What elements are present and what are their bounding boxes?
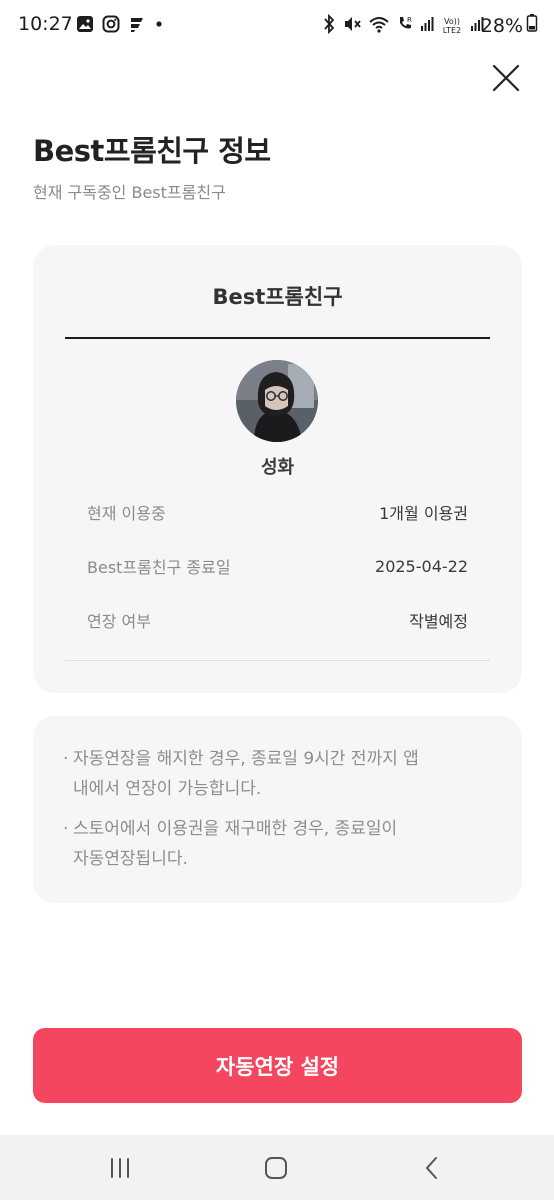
info-row-current-plan: 현재 이용중 1개월 이용권 (87, 500, 468, 524)
card-title-underline (65, 337, 490, 339)
notice-bullet: · (63, 819, 69, 839)
status-left-icons (76, 15, 164, 37)
notice-text-line: 내에서 연장이 가능합니다. (73, 779, 262, 799)
page-subtitle: 현재 구독중인 Best프롬친구 (33, 183, 226, 202)
gallery-icon (76, 15, 94, 37)
notice-text-line: 스토어에서 이용권을 재구매한 경우, 종료일이 (73, 819, 398, 839)
battery-indicator: 28% (481, 13, 538, 38)
home-button[interactable] (261, 1153, 291, 1183)
app-icon (128, 15, 146, 37)
status-bar: 10:27 R Vo)) LTE2 28% (0, 0, 554, 52)
volte-icon: Vo)) LTE2 (442, 17, 462, 35)
close-button[interactable] (489, 61, 523, 95)
notice-item: · 자동연장을 해지한 경우, 종료일 9시간 전까지 앱 내에서 연장이 가능… (63, 744, 483, 804)
recent-apps-button[interactable] (105, 1153, 135, 1183)
avatar (236, 360, 318, 442)
user-name: 성화 (260, 457, 295, 478)
battery-icon (526, 13, 538, 38)
wifi-icon (368, 14, 390, 38)
info-value: 2025-04-22 (375, 556, 468, 576)
card-divider (65, 660, 490, 661)
home-icon (261, 1157, 291, 1187)
close-icon (489, 64, 523, 99)
info-label: 연장 여부 (87, 612, 151, 631)
dot-icon (154, 15, 164, 37)
system-navigation-bar (0, 1135, 554, 1200)
status-right-icons: R Vo)) LTE2 (322, 13, 484, 38)
notice-bullet: · (63, 749, 69, 769)
mute-icon (342, 14, 362, 38)
svg-text:R: R (407, 16, 412, 24)
info-label: Best프롬친구 종료일 (87, 558, 231, 577)
recent-apps-icon (105, 1158, 135, 1187)
battery-percent: 28% (480, 14, 523, 37)
notice-text-line: 자동연장을 해지한 경우, 종료일 9시간 전까지 앱 (73, 749, 419, 769)
call-icon: R (396, 14, 414, 38)
status-time: 10:27 (18, 13, 73, 35)
subscription-card: Best프롬친구 성화 현재 이용중 1개월 이용권 Best프롬친구 종료일 … (33, 245, 522, 693)
auto-renew-settings-button[interactable]: 자동연장 설정 (33, 1028, 522, 1103)
notice-text-line: 자동연장됩니다. (73, 849, 188, 869)
page-title: Best프롬친구 정보 (33, 134, 271, 168)
back-icon (417, 1157, 447, 1187)
info-value: 1개월 이용권 (379, 504, 468, 523)
bluetooth-icon (322, 13, 336, 38)
back-button[interactable] (417, 1153, 447, 1183)
info-value: 작별예정 (409, 612, 468, 631)
info-row-renewal-status: 연장 여부 작별예정 (87, 608, 468, 632)
notice-item: · 스토어에서 이용권을 재구매한 경우, 종료일이 자동연장됩니다. (63, 814, 483, 874)
card-title: Best프롬친구 (212, 285, 343, 309)
instagram-icon (102, 15, 120, 37)
signal-icon (420, 14, 434, 38)
info-row-end-date: Best프롬친구 종료일 2025-04-22 (87, 554, 468, 578)
info-label: 현재 이용중 (87, 504, 166, 523)
notice-box: · 자동연장을 해지한 경우, 종료일 9시간 전까지 앱 내에서 연장이 가능… (33, 716, 522, 903)
